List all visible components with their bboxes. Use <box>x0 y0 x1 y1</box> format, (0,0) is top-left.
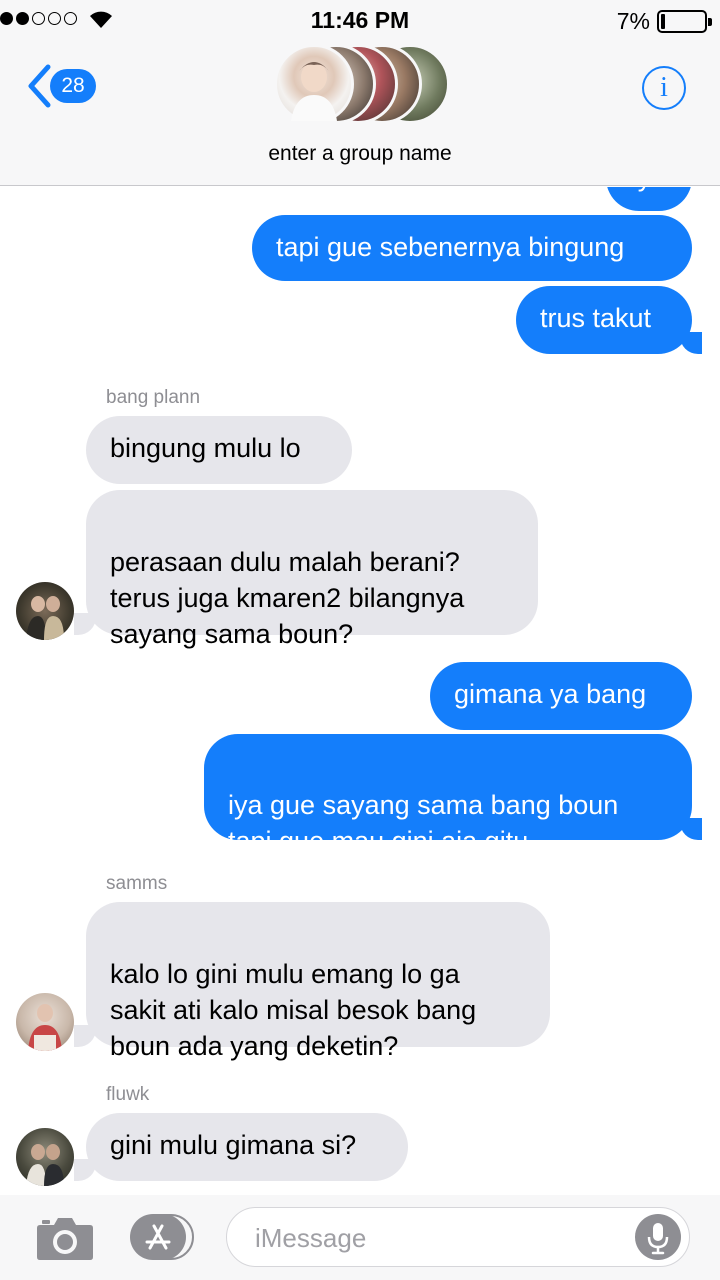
sender-name: bang plann <box>106 387 201 408</box>
app-store-icon <box>130 1214 186 1260</box>
message-text: gimana ya bang <box>454 679 647 709</box>
sender-name: fluwk <box>106 1084 150 1105</box>
bubble-tail <box>74 613 96 635</box>
bubble-tail <box>74 1159 96 1181</box>
incoming-message[interactable]: bingung mulu lo <box>86 416 352 484</box>
outgoing-message[interactable]: trus takut <box>516 286 692 354</box>
info-icon[interactable]: i <box>642 66 686 110</box>
status-bar: 11:46 PM 7% <box>0 0 720 44</box>
conversation-header: 28 enter a group name i <box>0 44 720 186</box>
incoming-message[interactable]: gini mulu gimana si? <box>86 1113 408 1181</box>
status-time: 11:46 PM <box>310 7 410 33</box>
microphone-icon[interactable] <box>635 1214 681 1260</box>
incoming-message[interactable]: perasaan dulu malah berani? terus juga k… <box>86 490 538 649</box>
incoming-message[interactable]: kalo lo gini mulu emang lo ga sakit ati … <box>86 902 550 1061</box>
message-text: kalo lo gini mulu emang lo ga sakit ati … <box>110 959 477 1061</box>
back-button[interactable]: 28 <box>26 62 96 110</box>
message-text: gini mulu gimana si? <box>110 1130 357 1160</box>
bubble-tail <box>74 1025 96 1047</box>
message-text: trus takut <box>540 303 652 333</box>
battery-percent: 7% <box>616 8 650 34</box>
message-text: iya gue sayang sama bang boun tapi gue m… <box>228 790 619 856</box>
group-name[interactable]: enter a group name <box>0 142 720 166</box>
message-input-container[interactable] <box>226 1207 690 1267</box>
message-text: perasaan dulu malah berani? terus juga k… <box>110 547 465 649</box>
app-store-button[interactable] <box>130 1214 196 1260</box>
outgoing-message[interactable]: gimana ya bang <box>430 662 692 730</box>
message-input[interactable] <box>253 1218 633 1258</box>
group-avatar <box>274 44 354 124</box>
camera-icon[interactable] <box>36 1215 94 1261</box>
avatar[interactable] <box>16 993 74 1051</box>
message-text: tapi gue sebenernya bingung <box>276 232 625 262</box>
chevron-left-icon <box>28 64 51 108</box>
outgoing-message[interactable]: iya gue sayang sama bang boun tapi gue m… <box>204 734 692 856</box>
message-thread[interactable]: iya tapi gue sebenernya bingung trus tak… <box>0 187 720 1195</box>
message-text: bingung mulu lo <box>110 433 301 463</box>
avatar[interactable] <box>16 582 74 640</box>
battery-icon <box>657 10 712 33</box>
bubble-tail <box>680 818 702 840</box>
message-text: iya <box>632 187 667 192</box>
group-avatars[interactable] <box>274 44 454 124</box>
compose-bar <box>0 1195 720 1280</box>
avatar[interactable] <box>16 1128 74 1186</box>
outgoing-message[interactable]: tapi gue sebenernya bingung <box>252 215 692 281</box>
bubble-tail <box>680 332 702 354</box>
outgoing-message[interactable]: iya <box>606 187 692 211</box>
sender-name: samms <box>106 873 168 894</box>
unread-count-badge: 28 <box>50 69 96 103</box>
